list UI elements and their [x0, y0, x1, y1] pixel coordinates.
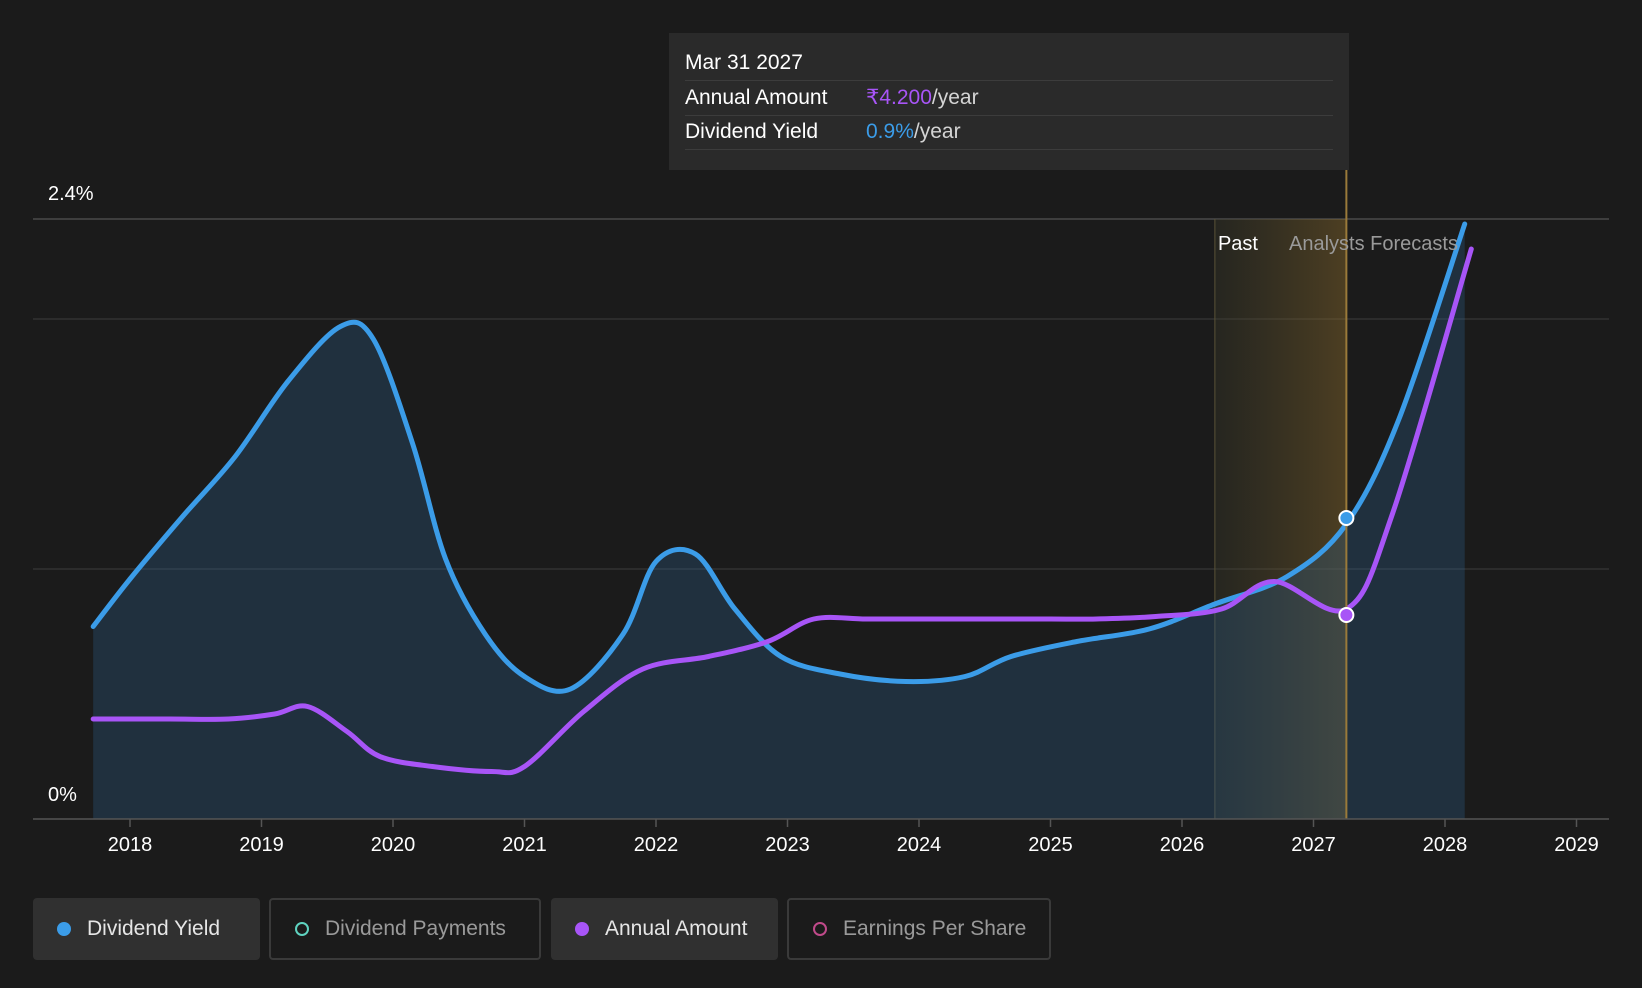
- x-tick-label: 2022: [634, 834, 679, 856]
- legend-label: Earnings Per Share: [843, 917, 1027, 940]
- x-tick-label: 2019: [239, 834, 284, 856]
- tooltip: Mar 31 2027 Annual Amount ₹4.200/year Di…: [669, 33, 1349, 170]
- tooltip-label: Dividend Yield: [685, 120, 819, 143]
- x-tick-label: 2025: [1028, 834, 1073, 856]
- x-tick-label: 2024: [897, 834, 942, 856]
- annual-amount-marker[interactable]: [1338, 607, 1355, 623]
- forecast-label: Analysts Forecasts: [1289, 233, 1458, 255]
- x-tick-label: 2023: [765, 834, 810, 856]
- y-tick-label-bottom: 0%: [48, 784, 77, 806]
- legend-annual-amount[interactable]: Annual Amount: [551, 898, 778, 960]
- tooltip-unit: /year: [931, 86, 979, 109]
- tooltip-value-wrapper: 0.9%/year: [866, 115, 961, 149]
- x-tick-label: 2026: [1160, 834, 1205, 856]
- legend-label: Annual Amount: [605, 917, 748, 940]
- tooltip-unit: /year: [913, 120, 961, 143]
- x-tick-label: 2020: [371, 834, 416, 856]
- x-tick-label: 2028: [1423, 834, 1468, 856]
- x-tick-label: 2029: [1554, 834, 1599, 856]
- y-tick-label-top: 2.4%: [48, 183, 94, 205]
- tooltip-row-annual-amount: Annual Amount ₹4.200/year: [685, 81, 1333, 116]
- x-axis: 2018 2019 2020 2021 2022 2023 2024 2025 2026 2027…: [33, 818, 1609, 856]
- tooltip-value-wrapper: ₹4.200/year: [866, 81, 979, 115]
- legend-label: Dividend Payments: [325, 917, 506, 940]
- tooltip-value: ₹4.200: [866, 86, 932, 109]
- legend-earnings-per-share[interactable]: Earnings Per Share: [787, 898, 1051, 960]
- legend-label: Dividend Yield: [87, 917, 221, 940]
- legend-dividend-payments[interactable]: Dividend Payments: [269, 898, 541, 960]
- dividend-yield-marker[interactable]: [1338, 510, 1355, 526]
- dividend-payments-dot-icon: [295, 922, 309, 936]
- tooltip-label: Annual Amount: [685, 86, 828, 109]
- dividend-yield-dot-icon: [57, 922, 71, 936]
- x-tick-label: 2027: [1291, 834, 1336, 856]
- annual-amount-dot-icon: [575, 922, 589, 936]
- x-tick-label: 2021: [502, 834, 547, 856]
- tooltip-date: Mar 31 2027: [685, 51, 803, 74]
- x-tick-label: 2018: [108, 834, 153, 856]
- tooltip-date-row: Mar 31 2027: [685, 46, 1333, 81]
- earnings-per-share-dot-icon: [813, 922, 827, 936]
- legend-dividend-yield[interactable]: Dividend Yield: [33, 898, 260, 960]
- past-label: Past: [1218, 233, 1258, 255]
- tooltip-row-dividend-yield: Dividend Yield 0.9%/year: [685, 115, 1333, 150]
- tooltip-value: 0.9%: [866, 120, 914, 143]
